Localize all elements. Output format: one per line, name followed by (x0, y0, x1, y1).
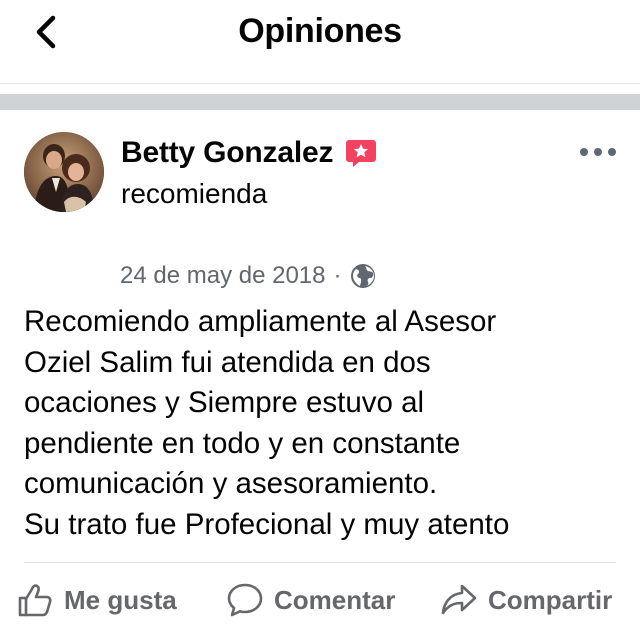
post-date[interactable]: 24 de may de 2018 (120, 262, 326, 290)
review-post: Betty Gonzalez recomienda 24 de may de 2… (0, 110, 640, 627)
post-actions: Me gusta Comentar Compartir (0, 576, 640, 626)
author-name[interactable]: Betty Gonzalez (121, 136, 333, 170)
more-options-icon (580, 148, 588, 156)
like-label: Me gusta (64, 584, 177, 615)
like-button[interactable]: Me gusta (16, 576, 177, 624)
share-arrow-icon (440, 581, 478, 619)
recommends-label: recomienda (121, 178, 268, 209)
section-separator (0, 94, 640, 110)
avatar[interactable] (24, 132, 104, 212)
recommendation-star-icon (345, 138, 377, 168)
more-options-icon-dot (608, 148, 616, 156)
more-options-button[interactable] (580, 140, 616, 164)
share-button[interactable]: Compartir (440, 576, 612, 624)
page-title: Opiniones (238, 12, 402, 50)
author-line: Betty Gonzalez (121, 136, 377, 170)
date-separator: · (333, 262, 342, 289)
post-text: Recomiendo ampliamente al Asesor Oziel S… (24, 305, 510, 541)
comment-label: Comentar (274, 584, 396, 615)
comment-button[interactable]: Comentar (226, 576, 395, 624)
more-options-icon-dot (594, 148, 602, 156)
avatar-photo (24, 132, 104, 212)
comment-bubble-icon (226, 581, 264, 619)
share-label: Compartir (488, 584, 613, 615)
thumbs-up-icon (16, 581, 54, 619)
actions-divider (24, 562, 616, 563)
post-meta: 24 de may de 2018 · (120, 262, 376, 290)
top-bar: Opiniones (0, 0, 640, 84)
globe-icon[interactable] (350, 263, 376, 289)
